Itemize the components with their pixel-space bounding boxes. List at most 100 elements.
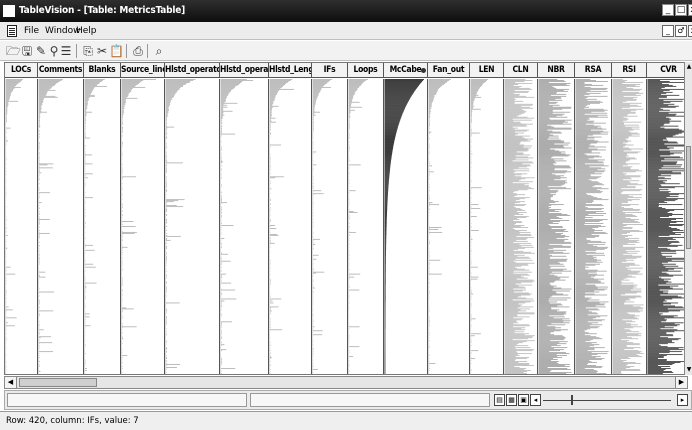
- column-header-blanks[interactable]: Blanks: [84, 63, 121, 78]
- row-bar: [612, 358, 631, 360]
- column-header-source-lines[interactable]: Source_lines: [121, 63, 165, 78]
- column-header-comments[interactable]: Comments: [38, 63, 84, 78]
- row-bar: [312, 212, 314, 213]
- row-bar: [470, 94, 479, 96]
- row-bar: [348, 365, 350, 366]
- column-bars-rsa[interactable]: [575, 79, 612, 374]
- save-icon[interactable]: 🖫: [20, 44, 34, 58]
- row-bar: [428, 88, 439, 90]
- list-icon[interactable]: ☰: [59, 44, 73, 58]
- row-bar: [538, 83, 567, 85]
- row-bar: [5, 229, 6, 231]
- column-bars-cln[interactable]: [504, 79, 538, 374]
- sort-indicator-icon[interactable]: [421, 68, 426, 73]
- column-bars-fan-out[interactable]: [428, 79, 470, 374]
- row-bar: [348, 191, 349, 193]
- row-bar: [612, 183, 638, 185]
- column-header-cln[interactable]: CLN: [504, 63, 538, 78]
- row-bar: [575, 203, 586, 205]
- row-bar: [348, 320, 349, 322]
- column-header-rsi[interactable]: RSI: [612, 63, 647, 78]
- column-header-fan-out[interactable]: Fan_out: [428, 63, 470, 78]
- row-bar: [312, 141, 314, 143]
- row-bar: [470, 119, 472, 121]
- column-header-ifs[interactable]: IFs: [312, 63, 348, 78]
- column-bars-ifs[interactable]: [312, 79, 348, 374]
- column-header-cvr[interactable]: CVR: [647, 63, 684, 78]
- row-bar: [5, 295, 6, 297]
- column-bars-cvr[interactable]: [647, 79, 684, 374]
- zoom-icon[interactable]: ⌕: [152, 44, 166, 58]
- column-bars-hlstd-operands[interactable]: [220, 79, 269, 374]
- column-header-hlstd-operands[interactable]: Hlstd_operands: [220, 63, 269, 78]
- row-bar: [165, 83, 186, 85]
- column-bars-hlstd-operators[interactable]: [165, 79, 220, 374]
- column-header-len[interactable]: LEN: [470, 63, 504, 78]
- print-icon[interactable]: ⎙: [131, 44, 145, 58]
- column-header-hlstd-operators[interactable]: Hlstd_operators: [165, 63, 220, 78]
- column-header-rsa[interactable]: RSA: [575, 63, 612, 78]
- row-bar: [428, 249, 429, 251]
- minimize-button[interactable]: _: [662, 4, 674, 16]
- row-bar: [38, 214, 40, 215]
- row-bar: [384, 160, 391, 162]
- column-header-hlstd-length[interactable]: Hlstd_Length: [269, 63, 312, 78]
- metrics-table[interactable]: LOCsCommentsBlanksSource_linesHlstd_oper…: [4, 62, 684, 375]
- maximize-button[interactable]: □: [675, 4, 687, 16]
- menu-help[interactable]: Help: [76, 26, 97, 36]
- row-bar: [121, 220, 123, 221]
- column-header-loops[interactable]: Loops: [348, 63, 384, 78]
- edit-icon[interactable]: ✎: [34, 44, 48, 58]
- column-bars-hlstd-length[interactable]: [269, 79, 312, 374]
- row-bar: [428, 302, 429, 304]
- close-button[interactable]: x: [688, 4, 692, 16]
- row-bar: [348, 222, 349, 223]
- paste-icon[interactable]: 📋: [109, 44, 124, 58]
- row-bar: [5, 339, 7, 341]
- column-bars-mccabe[interactable]: [384, 79, 428, 374]
- open-icon[interactable]: 🗁: [6, 44, 21, 58]
- row-bar: [312, 203, 314, 205]
- row-bar: [84, 158, 86, 160]
- child-close-button[interactable]: x: [688, 25, 692, 37]
- column-bars-loops[interactable]: [348, 79, 384, 374]
- row-bar: [220, 349, 227, 351]
- child-restore-button[interactable]: ♂: [675, 25, 687, 37]
- row-bar: [428, 237, 429, 239]
- row-bar: [504, 287, 526, 289]
- row-bar: [538, 92, 557, 94]
- column-header-locs[interactable]: LOCs: [5, 63, 38, 78]
- row-bar: [504, 345, 529, 347]
- app-icon[interactable]: [3, 5, 15, 17]
- row-bar: [470, 217, 472, 218]
- row-bar: [647, 91, 673, 93]
- row-bar: [269, 318, 271, 320]
- column-bars-locs[interactable]: [5, 79, 38, 374]
- column-bars-rsi[interactable]: [612, 79, 647, 374]
- row-bar: [538, 117, 550, 119]
- row-bar: [470, 303, 472, 305]
- row-bar: [5, 318, 6, 320]
- column-bars-blanks[interactable]: [84, 79, 121, 374]
- column-bars-nbr[interactable]: [538, 79, 575, 374]
- row-bar: [121, 185, 122, 187]
- column-bars-comments[interactable]: [38, 79, 84, 374]
- child-minimize-button[interactable]: _: [662, 25, 674, 37]
- row-bar: [121, 85, 136, 87]
- column-header-mccabe[interactable]: McCabe: [384, 63, 428, 78]
- row-bar: [428, 291, 430, 293]
- menu-file[interactable]: File: [24, 26, 39, 36]
- cut-icon[interactable]: ✂: [95, 44, 109, 58]
- column-bars-len[interactable]: [470, 79, 504, 374]
- column-bars-source-lines[interactable]: [121, 79, 165, 374]
- column-header-nbr[interactable]: NBR: [538, 63, 575, 78]
- copy-icon[interactable]: ⎘: [81, 44, 95, 58]
- document-icon[interactable]: [7, 25, 17, 37]
- row-bar: [348, 220, 349, 221]
- row-bar: [575, 255, 593, 257]
- row-bar: [269, 227, 271, 228]
- row-bar: [575, 130, 604, 132]
- row-bar: [384, 150, 393, 152]
- row-bar: [504, 178, 526, 180]
- row-bar: [121, 182, 122, 184]
